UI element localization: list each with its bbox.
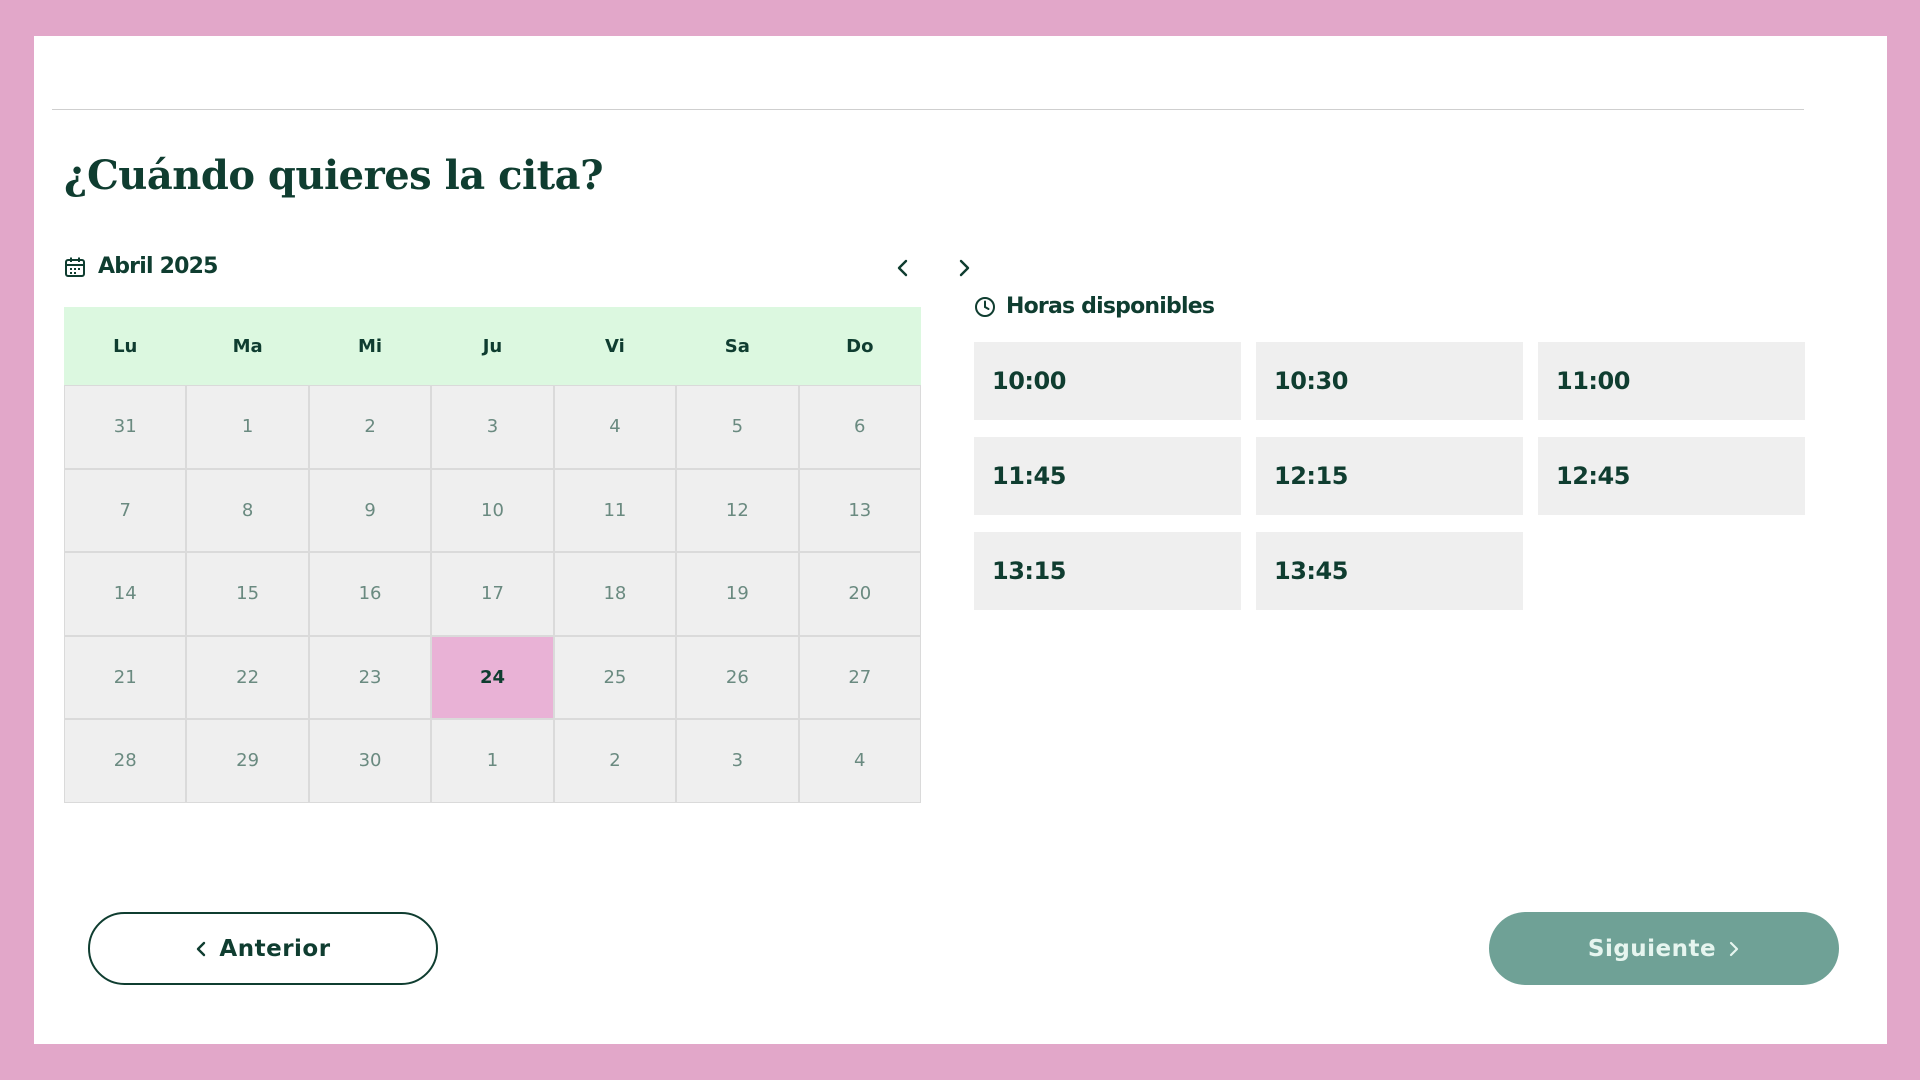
calendar-day[interactable]: 4 [799,720,920,802]
calendar-day[interactable]: 19 [677,553,798,635]
calendar-day[interactable]: 30 [309,720,431,802]
calendar-day[interactable]: 11 [554,469,676,551]
next-month-button[interactable] [950,254,978,282]
time-slot[interactable]: 11:45 [974,437,1241,515]
calendar-day[interactable]: 17 [432,553,553,635]
calendar-day[interactable]: 8 [187,469,308,551]
available-hours-label: Horas disponibles [1006,294,1215,319]
weekday-label: Mi [358,335,383,357]
previous-button-label: Anterior [219,935,331,962]
top-divider [52,109,1804,110]
calendar-day[interactable]: 7 [65,469,186,551]
month-indicator: Abril 2025 [64,254,218,279]
calendar-icon [64,256,86,278]
clock-icon [974,296,996,318]
calendar-day[interactable]: 2 [554,720,676,802]
calendar-day[interactable]: 18 [554,553,676,635]
calendar-day[interactable]: 29 [187,720,308,802]
calendar-header: Abril 2025 [64,254,970,294]
calendar-day[interactable]: 22 [187,636,308,718]
weekday-label: Vi [605,335,625,357]
calendar-day[interactable]: 5 [677,386,798,468]
time-slot[interactable]: 10:30 [1256,342,1523,420]
calendar-day[interactable]: 26 [677,636,798,718]
calendar-day[interactable]: 9 [309,469,431,551]
calendar-day[interactable]: 20 [799,553,920,635]
calendar-day[interactable]: 1 [187,386,308,468]
calendar-day[interactable]: 23 [309,636,431,718]
time-slot[interactable]: 12:15 [1256,437,1523,515]
time-slots: 10:00 10:30 11:00 11:45 12:15 12:45 13:1… [974,342,1805,610]
chevron-left-icon [195,940,207,958]
calendar-day[interactable]: 13 [799,469,920,551]
time-slot[interactable]: 12:45 [1538,437,1805,515]
calendar-day[interactable]: 3 [432,386,553,468]
weekday-label: Do [846,335,874,357]
calendar-day[interactable]: 25 [554,636,676,718]
previous-button[interactable]: Anterior [88,912,438,985]
calendar-day-selected[interactable]: 24 [432,636,553,718]
available-hours-header: Horas disponibles [974,294,1215,319]
next-button[interactable]: Siguiente [1489,912,1839,985]
calendar-day[interactable]: 21 [65,636,186,718]
prev-month-button[interactable] [889,254,917,282]
calendar-day[interactable]: 28 [65,720,186,802]
time-slot[interactable]: 10:00 [974,342,1241,420]
page-title: ¿Cuándo quieres la cita? [64,152,604,199]
calendar-day[interactable]: 6 [799,386,920,468]
calendar-day[interactable]: 15 [187,553,308,635]
weekday-header-row: Lu Ma Mi Ju Vi Sa Do [64,307,921,385]
calendar-day[interactable]: 1 [432,720,553,802]
calendar-day[interactable]: 3 [677,720,798,802]
time-slot[interactable]: 13:15 [974,532,1241,610]
weekday-label: Sa [724,335,750,357]
month-label: Abril 2025 [98,254,218,279]
weekday-label: Ma [232,335,263,357]
calendar: Lu Ma Mi Ju Vi Sa Do 31 1 2 3 4 5 6 7 8 … [64,307,921,803]
calendar-day[interactable]: 2 [309,386,431,468]
time-slot[interactable]: 13:45 [1256,532,1523,610]
weekday-label: Lu [113,335,138,357]
chevron-left-icon [896,258,910,278]
calendar-days-grid: 31 1 2 3 4 5 6 7 8 9 10 11 12 13 14 15 1… [64,385,921,803]
weekday-label: Ju [482,335,503,357]
chevron-right-icon [957,258,971,278]
calendar-day[interactable]: 14 [65,553,186,635]
calendar-day[interactable]: 31 [65,386,186,468]
calendar-day[interactable]: 27 [799,636,920,718]
time-slot[interactable]: 11:00 [1538,342,1805,420]
chevron-right-icon [1728,940,1740,958]
next-button-label: Siguiente [1587,935,1717,962]
calendar-day[interactable]: 4 [554,386,676,468]
calendar-day[interactable]: 12 [677,469,798,551]
calendar-day[interactable]: 16 [309,553,431,635]
calendar-day[interactable]: 10 [432,469,553,551]
